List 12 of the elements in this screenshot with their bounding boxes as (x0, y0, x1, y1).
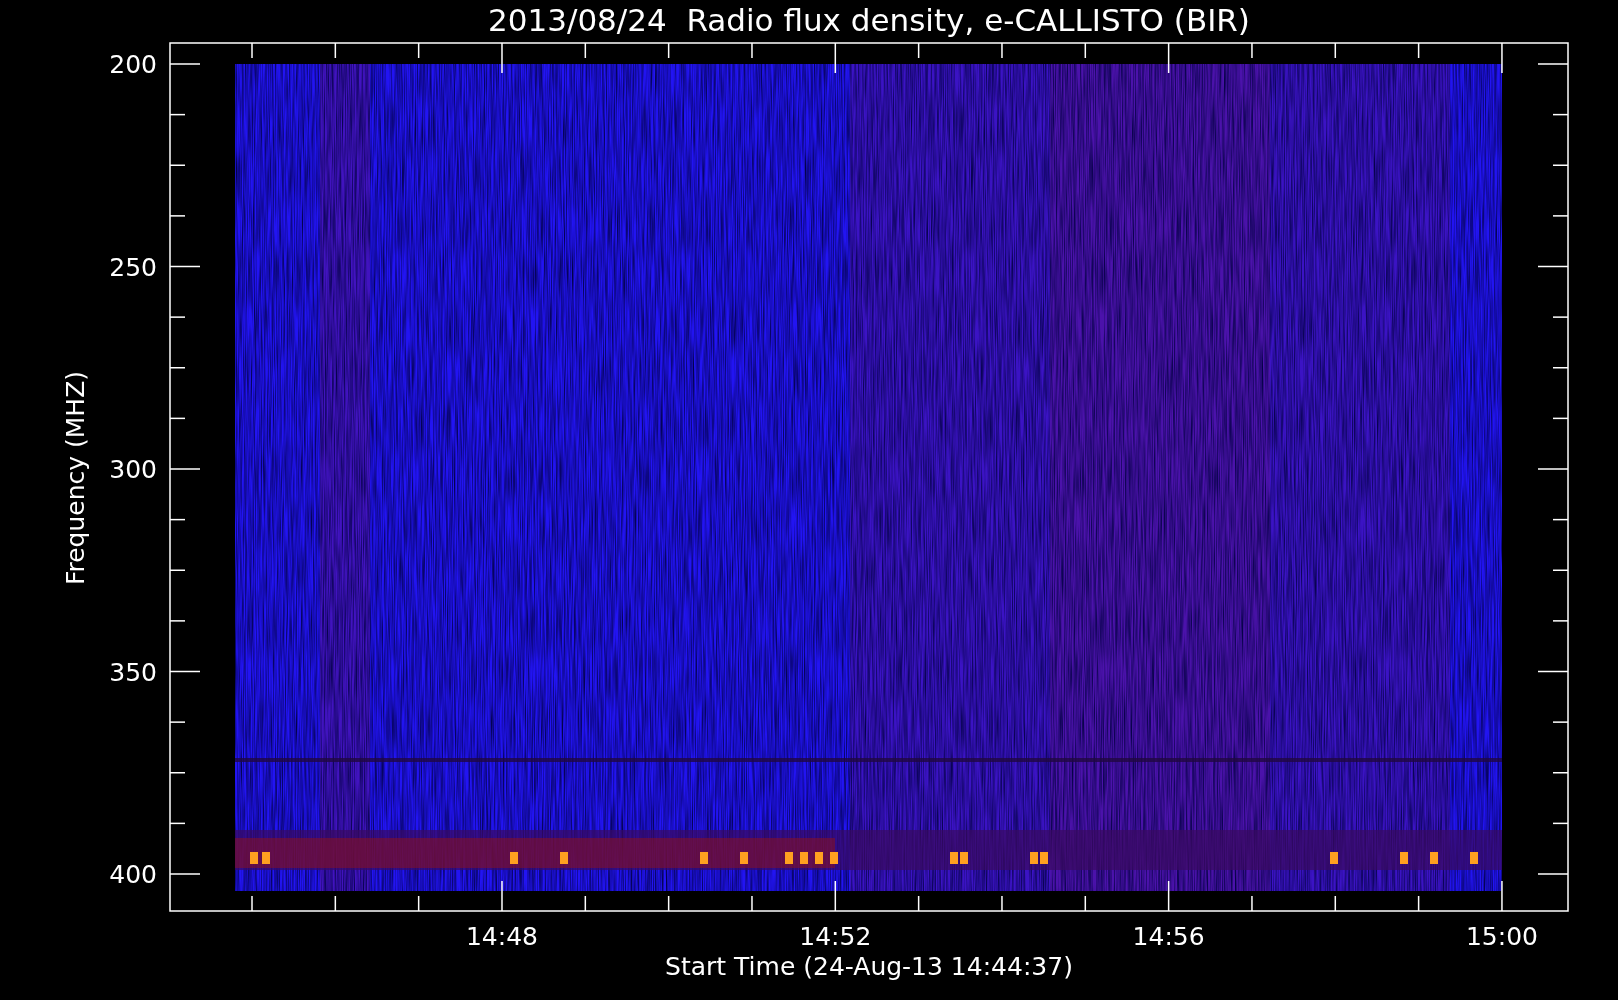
y-axis-label: Frequency (MHZ) (61, 370, 90, 586)
tick-label: 400 (109, 860, 157, 889)
tick-label: 15:00 (1465, 922, 1538, 951)
tick-label: 300 (109, 455, 157, 484)
tick-label: 200 (109, 50, 157, 79)
chart-title: 2013/08/24 Radio flux density, e-CALLISTO (BIR) (488, 2, 1250, 38)
tick-label: 14:48 (465, 922, 538, 951)
x-axis-label: Start Time (24-Aug-13 14:44:37) (665, 952, 1073, 981)
tick-label: 250 (109, 252, 157, 282)
tick-label: 14:52 (799, 922, 872, 951)
tick-label: 14:56 (1132, 922, 1205, 951)
tick-label: 350 (109, 657, 157, 687)
